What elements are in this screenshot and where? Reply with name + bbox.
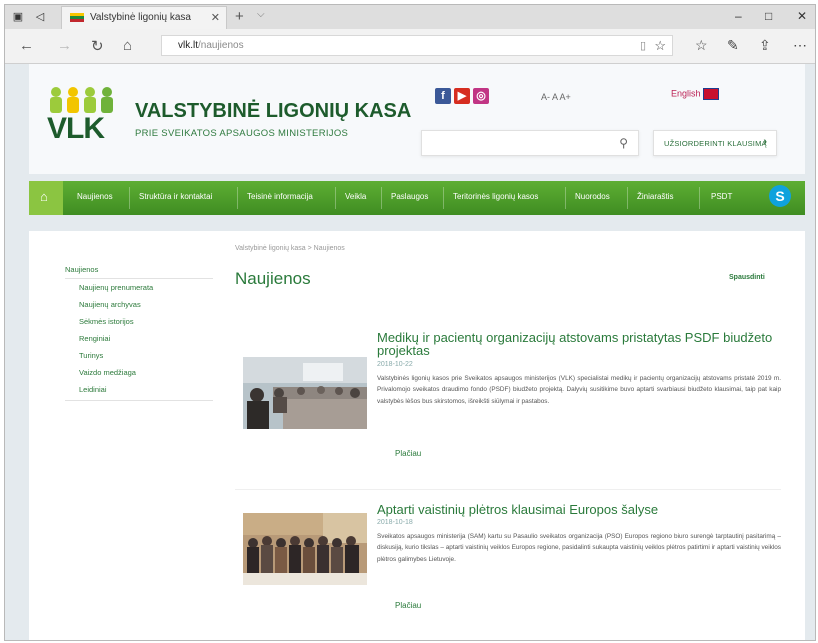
more-icon[interactable]: ⋯ (793, 37, 807, 54)
share-icon[interactable]: ⇪ (759, 37, 771, 54)
sidebar-divider (65, 400, 213, 401)
back-icon[interactable]: ← (19, 37, 34, 54)
ask-question-label: UŽSIORDERINTI KLAUSIMĄ (664, 139, 767, 148)
article-excerpt: Valstybinės ligonių kasos prie Sveikatos… (377, 375, 781, 405)
tab-close-icon[interactable]: ✕ (211, 11, 220, 24)
article-date: 2018-10-22 (377, 361, 413, 368)
title-bar: ▣ ◁ Valstybinė ligonių kasa ✕ + ⌵ – □ ✕ (5, 5, 815, 29)
sidebar-item-leidiniai[interactable]: Leidiniai (65, 381, 213, 398)
language-switch[interactable]: English (671, 88, 719, 100)
home-icon[interactable]: ⌂ (123, 37, 132, 54)
sidebar-item-sekmes-istorijos[interactable]: Sėkmės istorijos (65, 313, 213, 330)
tab-list-chevron-icon[interactable]: ⌵ (257, 9, 265, 20)
text-size-controls[interactable]: A- A A+ (541, 92, 571, 102)
youtube-icon[interactable]: ▶ (454, 88, 470, 104)
menu-item-naujienos[interactable]: Naujienos (77, 192, 113, 201)
active-tab[interactable]: Valstybinė ligonių kasa ✕ (61, 6, 227, 29)
url-host: vlk.lt/naujienos (178, 40, 244, 51)
favorites-hub-icon[interactable]: ☆ (695, 37, 708, 54)
news-article: Aptarti vaistinių plėtros klausimai Euro… (235, 503, 781, 633)
url-input[interactable]: vlk.lt/naujienos ▯ ☆ (161, 35, 673, 56)
menu-item-nuorodos[interactable]: Nuorodos (575, 192, 610, 201)
tab-actions-icon[interactable]: ▣ (11, 10, 25, 24)
menu-divider (443, 187, 444, 209)
site-name[interactable]: VALSTYBINĖ LIGONIŲ KASA (135, 100, 411, 123)
tab-back-icon[interactable]: ◁ (33, 10, 47, 24)
facebook-icon[interactable]: f (435, 88, 451, 104)
browser-window: ▣ ◁ Valstybinė ligonių kasa ✕ + ⌵ – □ ✕ … (4, 4, 816, 641)
tab-title: Valstybinė ligonių kasa (90, 12, 191, 23)
article-title[interactable]: Aptarti vaistinių plėtros klausimai Euro… (377, 503, 777, 516)
search-icon[interactable]: ⚲ (619, 136, 628, 150)
menu-item-teisine-informacija[interactable]: Teisinė informacija (247, 192, 313, 201)
address-bar: ← → ↻ ⌂ vlk.lt/naujienos ▯ ☆ ☆ ✎ ⇪ ⋯ (5, 29, 815, 64)
menu-divider (627, 187, 628, 209)
instagram-icon[interactable]: ◎ (473, 88, 489, 104)
search-input[interactable]: ⚲ (421, 130, 639, 156)
menu-divider (565, 187, 566, 209)
menu-divider (381, 187, 382, 209)
minimize-icon[interactable]: – (735, 9, 742, 23)
uk-flag-icon (702, 88, 719, 100)
menu-divider (335, 187, 336, 209)
menu-home-button[interactable]: ⌂ (29, 181, 63, 215)
home-icon: ⌂ (40, 189, 48, 204)
refresh-icon[interactable]: ↻ (91, 37, 104, 55)
news-article: Medikų ir pacientų organizacijų atstovam… (235, 331, 781, 481)
article-date: 2018-10-18 (377, 519, 413, 526)
sidebar-item-vaizdo-medziaga[interactable]: Vaizdo medžiaga (65, 364, 213, 381)
article-photo[interactable] (243, 357, 367, 429)
main-content: Naujienos Naujienų prenumerata Naujienų … (29, 231, 805, 640)
print-link[interactable]: Spausdinti (729, 274, 765, 281)
logo-text[interactable]: VLK (47, 112, 105, 146)
menu-item-psdt[interactable]: PSDT (711, 192, 732, 201)
language-label: English (671, 88, 701, 99)
site-subtitle: PRIE SVEIKATOS APSAUGOS MINISTERIJOS (135, 128, 349, 139)
reading-view-icon[interactable]: ▯ (640, 39, 646, 52)
page-title: Naujienos (235, 269, 311, 288)
sidebar-item-prenumerata[interactable]: Naujienų prenumerata (65, 279, 213, 296)
menu-divider (237, 187, 238, 209)
read-more-link[interactable]: Plačiau (395, 449, 421, 458)
breadcrumb[interactable]: Valstybinė ligonių kasa > Naujienos (235, 245, 345, 252)
main-menu: ⌂ Naujienos Struktūra ir kontaktai Teisi… (29, 181, 805, 215)
menu-item-paslaugos[interactable]: Paslaugos (391, 192, 428, 201)
article-title[interactable]: Medikų ir pacientų organizacijų atstovam… (377, 331, 777, 357)
sidebar-item-turinys[interactable]: Turinys (65, 347, 213, 364)
sidebar-item-renginiai[interactable]: Renginiai (65, 330, 213, 347)
window-close-icon[interactable]: ✕ (797, 9, 807, 23)
article-excerpt: Sveikatos apsaugos ministerija (SAM) kar… (377, 533, 781, 563)
url-path: /naujienos (198, 40, 244, 51)
skype-icon[interactable]: S (769, 185, 791, 207)
forward-icon[interactable]: → (57, 37, 72, 54)
menu-divider (129, 187, 130, 209)
logo-people-icon[interactable] (47, 86, 115, 114)
menu-divider (699, 187, 700, 209)
menu-item-veikla[interactable]: Veikla (345, 192, 366, 201)
article-photo[interactable] (243, 513, 367, 585)
chevron-right-icon: › (763, 136, 767, 148)
new-tab-icon[interactable]: + (235, 8, 244, 25)
web-page: VLK VALSTYBINĖ LIGONIŲ KASA PRIE SVEIKAT… (5, 64, 815, 640)
ask-question-button[interactable]: UŽSIORDERINTI KLAUSIMĄ › (653, 130, 777, 156)
maximize-icon[interactable]: □ (765, 9, 772, 23)
menu-item-teritorines-ligoniu-kasos[interactable]: Teritorinės ligonių kasos (453, 192, 538, 201)
favorite-star-icon[interactable]: ☆ (654, 38, 666, 54)
menu-item-ziniarastis[interactable]: Žiniaraštis (637, 192, 673, 201)
read-more-link[interactable]: Plačiau (395, 601, 421, 610)
sidebar-item-naujienos[interactable]: Naujienos (65, 261, 213, 279)
sidebar-item-archyvas[interactable]: Naujienų archyvas (65, 296, 213, 313)
tab-favicon-icon (70, 13, 84, 22)
article-divider (235, 489, 781, 490)
menu-item-struktura[interactable]: Struktūra ir kontaktai (139, 192, 212, 201)
web-note-icon[interactable]: ✎ (727, 37, 739, 54)
site-header: VLK VALSTYBINĖ LIGONIŲ KASA PRIE SVEIKAT… (29, 64, 805, 174)
sidebar-nav: Naujienos Naujienų prenumerata Naujienų … (65, 261, 213, 401)
